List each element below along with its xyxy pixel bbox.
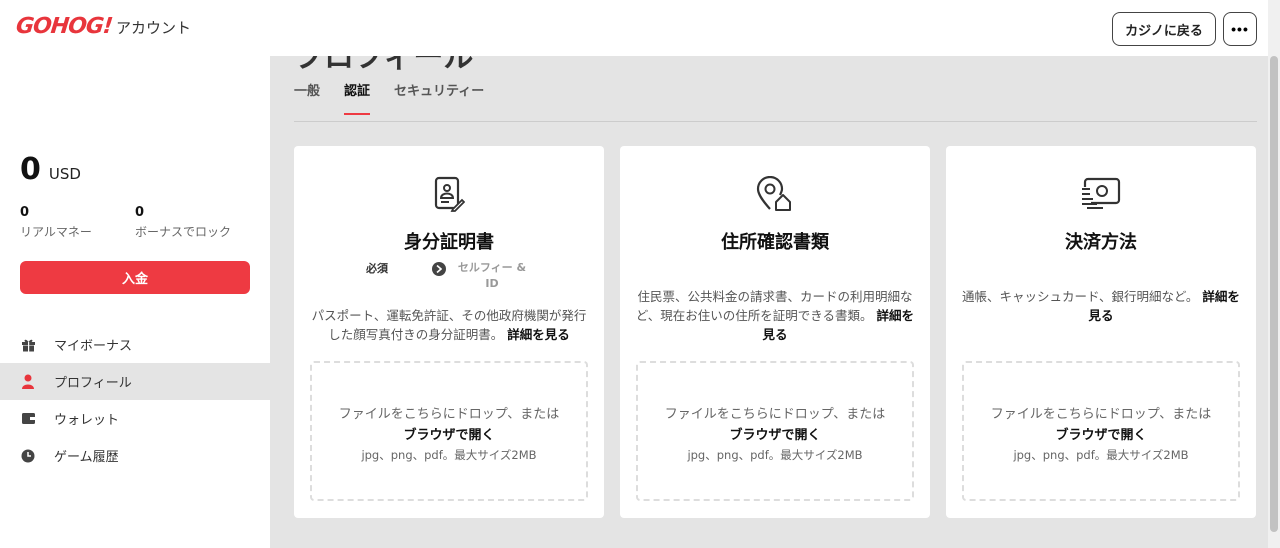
file-hint: jpg、png、pdf。最大サイズ2MB — [687, 448, 863, 462]
card-description: パスポート、運転免許証、その他政府機関が発行した顔写真付きの身分証明書。 詳細を… — [308, 306, 590, 344]
more-dots-icon: ••• — [1231, 21, 1249, 37]
selfie-id-label: セルフィー & ID — [457, 261, 527, 290]
page-title: アカウント — [116, 19, 192, 37]
id-document-card: 身分証明書 必須 セルフィー & ID パスポート、運転免許証、その他政府機関が… — [294, 146, 604, 518]
card-title: 住所確認書類 — [721, 232, 829, 253]
dropzone-text: ファイルをこちらにドロップ、または — [338, 407, 560, 422]
wallet-icon — [20, 411, 36, 427]
main-content: プロフィール 一般 認証 セキュリティー 身分証明書 必須 セルフィー & ID… — [270, 56, 1268, 548]
real-money-label: リアルマネー — [20, 225, 92, 239]
sidebar-item-label: プロフィール — [54, 376, 132, 391]
sidebar-item-my-bonus[interactable]: マイボーナス — [0, 326, 270, 363]
location-home-icon — [620, 176, 930, 214]
sidebar-item-game-history[interactable]: ゲーム履歴 — [0, 437, 270, 474]
gift-icon — [20, 337, 36, 353]
card-description: 住民票、公共料金の請求書、カードの利用明細など、現在お住いの住所を証明できる書類… — [634, 287, 916, 344]
bonus-locked-value: 0 — [135, 205, 145, 220]
browse-link[interactable]: ブラウザで開く — [312, 424, 586, 443]
file-dropzone[interactable]: ファイルをこちらにドロップ、または ブラウザで開く jpg、png、pdf。最大… — [310, 361, 588, 501]
selfie-id-option[interactable]: セルフィー & ID — [432, 260, 532, 292]
bonus-locked-label: ボーナスでロック — [135, 225, 232, 239]
sidebar-item-label: ウォレット — [54, 413, 120, 428]
scrollbar-thumb[interactable] — [1270, 56, 1278, 532]
browse-link[interactable]: ブラウザで開く — [638, 424, 912, 443]
bonus-locked-balance: 0 ボーナスでロック — [135, 205, 231, 240]
payment-card-icon — [946, 176, 1256, 214]
requirement-row: 必須 セルフィー & ID — [294, 260, 604, 292]
tabs-divider — [294, 121, 1257, 122]
payment-method-card: 決済方法 通帳、キャッシュカード、銀行明細など。 詳細を見る ファイルをこちらに… — [946, 146, 1256, 518]
id-document-icon — [294, 176, 604, 214]
required-badge: 必須 — [366, 262, 388, 275]
back-to-casino-button[interactable]: カジノに戻る — [1112, 12, 1216, 46]
clock-icon — [20, 448, 36, 464]
balance-amount: 0 — [20, 152, 41, 187]
tab-bar: 一般 認証 セキュリティー — [294, 80, 508, 115]
description-text: 通帳、キャッシュカード、銀行明細など。 — [962, 289, 1199, 304]
card-title: 決済方法 — [1065, 232, 1137, 253]
browse-link[interactable]: ブラウザで開く — [964, 424, 1238, 443]
file-dropzone[interactable]: ファイルをこちらにドロップ、または ブラウザで開く jpg、png、pdf。最大… — [636, 361, 914, 501]
balance-currency: USD — [48, 165, 81, 183]
real-money-value: 0 — [20, 205, 30, 220]
section-title: プロフィール — [294, 56, 474, 75]
file-dropzone[interactable]: ファイルをこちらにドロップ、または ブラウザで開く jpg、png、pdf。最大… — [962, 361, 1240, 501]
tab-general[interactable]: 一般 — [294, 80, 320, 115]
sidebar-nav: マイボーナス プロフィール ウォレット ゲーム履歴 — [0, 326, 270, 474]
description-text: 住民票、公共料金の請求書、カードの利用明細など、現在お住いの住所を証明できる書類… — [635, 289, 913, 323]
deposit-button[interactable]: 入金 — [20, 261, 250, 294]
file-hint: jpg、png、pdf。最大サイズ2MB — [1013, 448, 1189, 462]
details-link[interactable]: 詳細を見る — [507, 327, 570, 342]
address-document-card: 住所確認書類 住民票、公共料金の請求書、カードの利用明細など、現在お住いの住所を… — [620, 146, 930, 518]
chevron-right-icon — [432, 262, 446, 276]
page-scrollbar[interactable] — [1268, 0, 1280, 548]
sidebar-item-label: ゲーム履歴 — [54, 450, 119, 465]
dropzone-text: ファイルをこちらにドロップ、または — [664, 407, 886, 422]
sidebar: 0 USD 0 リアルマネー 0 ボーナスでロック 入金 マイボーナス プロフィ… — [0, 56, 270, 548]
dropzone-text: ファイルをこちらにドロップ、または — [990, 407, 1212, 422]
balance: 0 USD — [20, 152, 81, 187]
top-header: GOHOG! アカウント カジノに戻る ••• — [0, 0, 1268, 56]
card-title: 身分証明書 — [404, 232, 494, 253]
sidebar-item-wallet[interactable]: ウォレット — [0, 400, 270, 437]
real-money-balance: 0 リアルマネー — [20, 205, 92, 240]
sidebar-item-profile[interactable]: プロフィール — [0, 363, 270, 400]
brand-logo[interactable]: GOHOG! — [15, 14, 114, 39]
card-description: 通帳、キャッシュカード、銀行明細など。 詳細を見る — [960, 287, 1242, 325]
file-hint: jpg、png、pdf。最大サイズ2MB — [361, 448, 537, 462]
user-icon — [20, 374, 36, 390]
more-options-button[interactable]: ••• — [1223, 12, 1257, 46]
sidebar-item-label: マイボーナス — [54, 339, 133, 354]
tab-security[interactable]: セキュリティー — [394, 80, 484, 115]
tab-verification[interactable]: 認証 — [344, 80, 371, 115]
